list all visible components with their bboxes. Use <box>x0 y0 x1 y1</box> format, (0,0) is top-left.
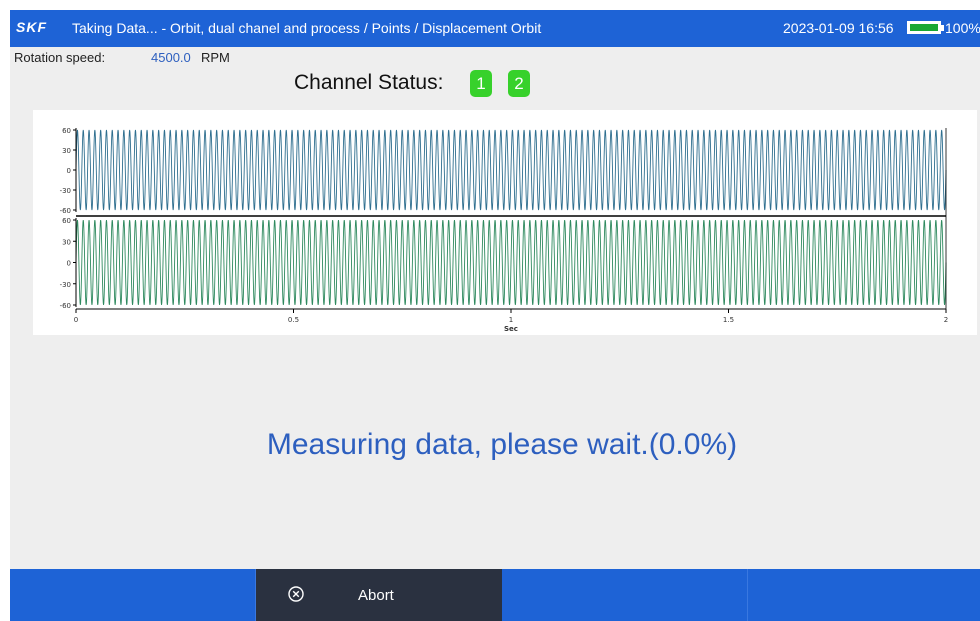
channel-2-indicator[interactable]: 2 <box>508 70 530 97</box>
channel-status-label: Channel Status: <box>294 71 444 94</box>
y-tick-label: 30 <box>62 147 71 155</box>
rotation-speed-label: Rotation speed: <box>14 50 106 65</box>
y-tick-label: -30 <box>60 281 71 289</box>
waveform-chart: 60300-30-6060300-30-600 0.5 1 1.5 2Sec <box>60 127 949 333</box>
abort-button-label: Abort <box>358 587 394 604</box>
y-tick-label: 30 <box>62 238 71 246</box>
x-tick-label: 0 <box>74 316 78 324</box>
waveform-line-ch2 <box>75 219 947 306</box>
skf-logo: SKF <box>16 19 47 35</box>
battery-cap <box>941 25 944 31</box>
date-time: 2023-01-09 16:56 <box>783 20 894 36</box>
waveform-chart-panel: 60 30 0 -30 -60 60 30 0 -30 -60 0 0.5 1 1.5 2 Sec <box>33 110 977 335</box>
y-tick-label: 60 <box>62 217 71 225</box>
toolbar-slot-3[interactable] <box>502 569 748 621</box>
circle-x-icon <box>288 586 304 602</box>
bottom-toolbar: Abort <box>10 569 980 621</box>
rotation-speed-unit: RPM <box>201 50 230 65</box>
y-tick-label: 0 <box>67 260 71 268</box>
x-tick-label: 1.5 <box>723 316 734 324</box>
waveform-line-ch1 <box>75 129 947 211</box>
window-title: Taking Data... - Orbit, dual chanel and … <box>72 20 542 36</box>
x-tick-label: 1 <box>509 316 513 324</box>
battery-level-fill <box>910 24 938 31</box>
device-screen: SKF Taking Data... - Orbit, dual chanel … <box>10 10 980 621</box>
x-tick-label: 0.5 <box>288 316 299 324</box>
y-tick-label: -60 <box>60 207 71 215</box>
title-bar: SKF Taking Data... - Orbit, dual chanel … <box>10 10 980 47</box>
measuring-status-message: Measuring data, please wait.(0.0%) <box>266 428 738 461</box>
x-axis-label: Sec <box>504 325 518 333</box>
rotation-speed-value: 4500.0 <box>151 50 191 65</box>
toolbar-slot-4[interactable] <box>748 569 980 621</box>
toolbar-slot-1[interactable] <box>10 569 256 621</box>
y-tick-label: -60 <box>60 302 71 310</box>
channel-1-indicator[interactable]: 1 <box>470 70 492 97</box>
battery-icon <box>907 21 941 34</box>
abort-button[interactable]: Abort <box>256 569 502 621</box>
y-tick-label: 0 <box>67 167 71 175</box>
y-tick-label: -30 <box>60 187 71 195</box>
y-tick-label: 60 <box>62 127 71 135</box>
x-tick-label: 2 <box>944 316 948 324</box>
battery-percent: 100% <box>945 20 980 36</box>
